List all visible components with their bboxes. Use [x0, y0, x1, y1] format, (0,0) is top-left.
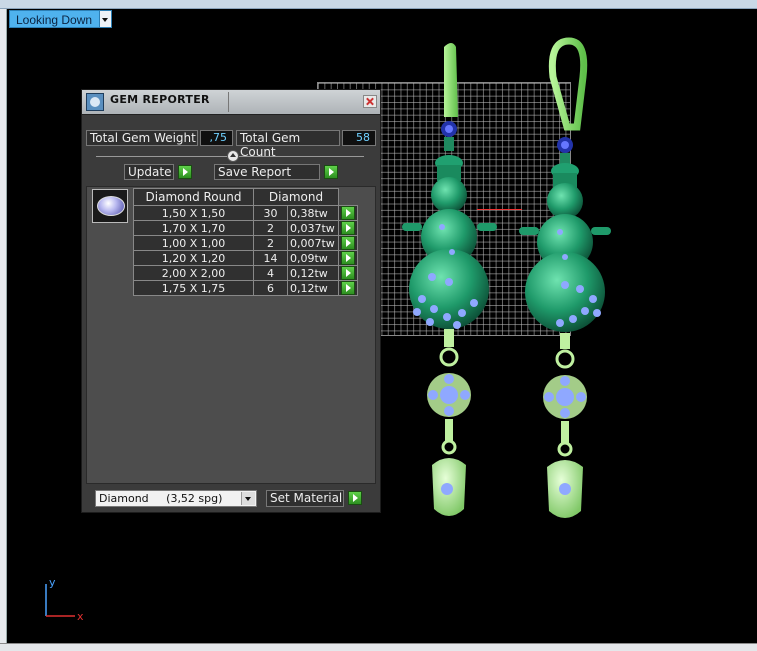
- 3d-viewport[interactable]: Looking Down y x GEM REPORTER Total Gem …: [7, 9, 757, 643]
- panel-title-bar[interactable]: GEM REPORTER: [82, 90, 380, 115]
- gem-size: 1,50 X 1,50: [133, 205, 254, 221]
- gem-weight: 0,007tw: [287, 235, 339, 251]
- select-row-go-icon[interactable]: [341, 266, 355, 280]
- total-gem-count-label: Total Gem Count: [236, 130, 340, 159]
- gem-weight: 0,12tw: [287, 280, 339, 296]
- chevron-down-icon[interactable]: [241, 492, 255, 505]
- set-material-go-icon[interactable]: [348, 491, 362, 505]
- table-row[interactable]: 2,00 X 2,00 4 0,12tw: [133, 265, 358, 281]
- save-report-button[interactable]: Save Report: [214, 164, 320, 180]
- x-axis-label: x: [77, 610, 84, 623]
- close-icon[interactable]: [363, 95, 377, 108]
- select-row-go-icon[interactable]: [341, 206, 355, 220]
- gem-weight: 0,09tw: [287, 250, 339, 266]
- update-go-icon[interactable]: [178, 165, 192, 179]
- y-axis-label: y: [49, 576, 56, 589]
- gem-reporter-panel: GEM REPORTER Total Gem Weight ,75 Total …: [81, 89, 381, 513]
- jewelry-model[interactable]: [387, 37, 617, 537]
- column-header-shape: Diamond Round: [133, 188, 254, 206]
- collapse-toggle-icon[interactable]: [227, 150, 239, 162]
- status-bar: [0, 643, 757, 651]
- save-report-go-icon[interactable]: [324, 165, 338, 179]
- gem-table-header: Diamond Round Diamond: [133, 188, 358, 206]
- table-row[interactable]: 1,00 X 1,00 2 0,007tw: [133, 235, 358, 251]
- material-selected-value: Diamond (3,52 spg): [99, 492, 223, 505]
- gem-count: 2: [253, 220, 288, 236]
- select-row-go-icon[interactable]: [341, 221, 355, 235]
- view-mode-label: Looking Down: [9, 10, 101, 28]
- total-gem-weight-label: Total Gem Weight: [86, 130, 198, 146]
- gem-weight: 0,38tw: [287, 205, 339, 221]
- left-earring: [402, 43, 497, 516]
- gem-table: Diamond Round Diamond 1,50 X 1,50 30 0,3…: [133, 188, 358, 296]
- gem-count: 30: [253, 205, 288, 221]
- gem-count: 4: [253, 265, 288, 281]
- column-header-material: Diamond: [253, 188, 339, 206]
- total-gem-count-value: 58: [342, 130, 376, 146]
- gem-weight: 0,12tw: [287, 265, 339, 281]
- select-row-go-icon[interactable]: [341, 236, 355, 250]
- gem-thumbnail-image[interactable]: [92, 189, 128, 223]
- table-row[interactable]: 1,75 X 1,75 6 0,12tw: [133, 280, 358, 296]
- table-row[interactable]: 1,20 X 1,20 14 0,09tw: [133, 250, 358, 266]
- panel-title: GEM REPORTER: [110, 93, 210, 106]
- gem-list-area: Diamond Round Diamond 1,50 X 1,50 30 0,3…: [86, 186, 376, 484]
- gem-size: 1,00 X 1,00: [133, 235, 254, 251]
- total-gem-weight-value: ,75: [200, 130, 233, 146]
- window-left-edge: [0, 9, 7, 643]
- update-button[interactable]: Update: [124, 164, 174, 180]
- view-mode-dropdown[interactable]: Looking Down: [9, 10, 113, 28]
- gem-count: 6: [253, 280, 288, 296]
- set-material-button[interactable]: Set Material: [266, 490, 344, 507]
- gem-size: 1,70 X 1,70: [133, 220, 254, 236]
- select-row-go-icon[interactable]: [341, 251, 355, 265]
- gem-size: 1,20 X 1,20: [133, 250, 254, 266]
- gem-reporter-icon: [86, 93, 104, 111]
- gem-count: 14: [253, 250, 288, 266]
- table-row[interactable]: 1,70 X 1,70 2 0,037tw: [133, 220, 358, 236]
- table-row[interactable]: 1,50 X 1,50 30 0,38tw: [133, 205, 358, 221]
- material-select[interactable]: Diamond (3,52 spg): [95, 490, 257, 507]
- axis-gizmo: y x: [45, 576, 84, 623]
- window-top-bar: [0, 0, 757, 9]
- right-earring: [519, 37, 611, 518]
- gem-weight: 0,037tw: [287, 220, 339, 236]
- select-row-go-icon[interactable]: [341, 281, 355, 295]
- gem-size: 2,00 X 2,00: [133, 265, 254, 281]
- chevron-down-icon[interactable]: [100, 10, 113, 28]
- gem-count: 2: [253, 235, 288, 251]
- gem-size: 1,75 X 1,75: [133, 280, 254, 296]
- title-separator: [228, 92, 229, 112]
